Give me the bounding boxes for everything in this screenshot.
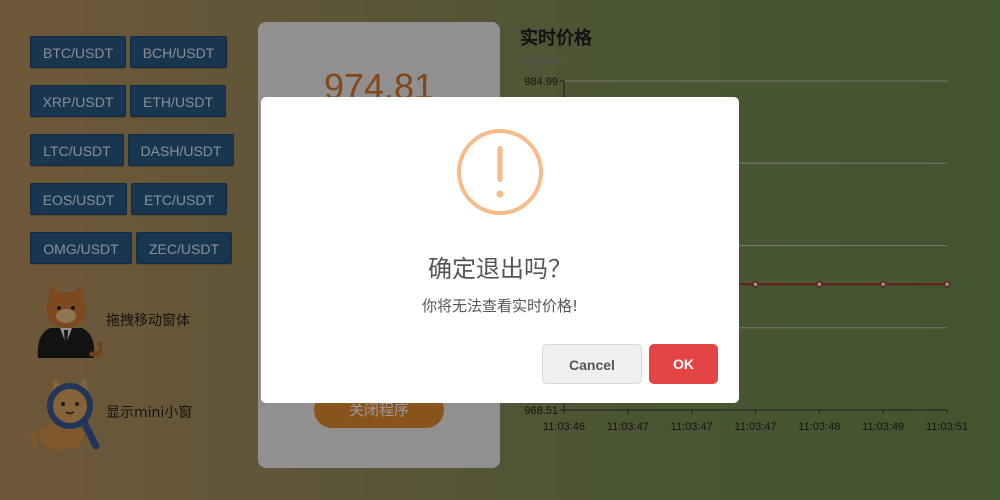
warning-icon — [457, 129, 543, 215]
dialog-message: 你将无法查看实时价格! — [421, 297, 578, 315]
dialog-title: 确定退出吗？ — [428, 255, 572, 283]
cancel-button[interactable]: Cancel — [542, 344, 642, 384]
ok-button[interactable]: OK — [649, 344, 718, 384]
exit-confirm-dialog: 确定退出吗？ 你将无法查看实时价格! Cancel OK — [261, 97, 739, 403]
